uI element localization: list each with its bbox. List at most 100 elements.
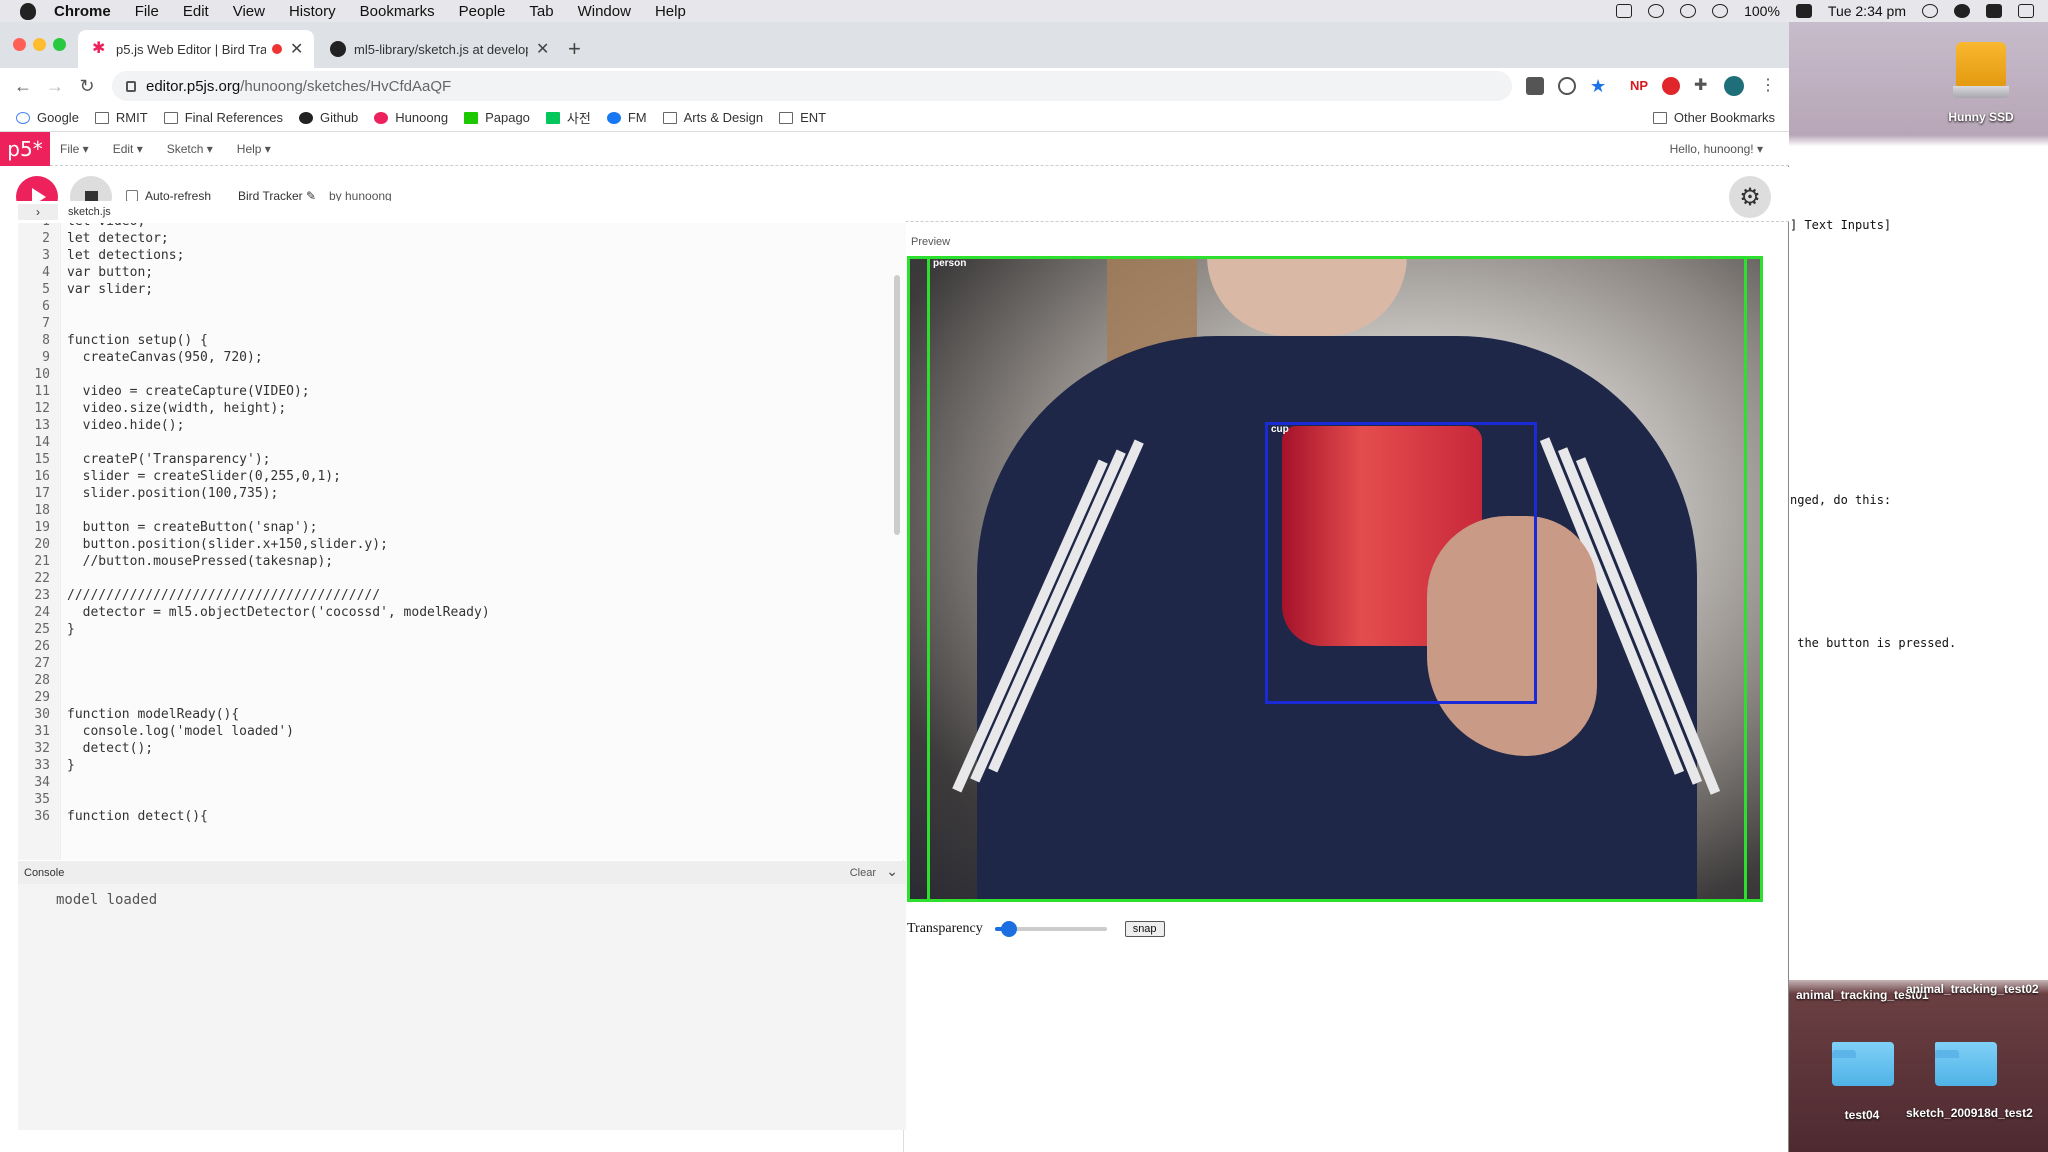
p5-menu-edit[interactable]: Edit ▾ (113, 142, 143, 156)
forward-arrow-icon[interactable]: → (46, 76, 64, 97)
chrome-menu-icon[interactable]: ⋮ (1760, 77, 1778, 95)
bookmark-star-icon[interactable]: ★ (1590, 77, 1608, 95)
scrollbar-thumb[interactable] (894, 275, 900, 535)
transparency-slider[interactable] (994, 921, 1107, 937)
sync-icon[interactable] (1648, 4, 1665, 18)
bookmark-arts-design[interactable]: Arts & Design (662, 110, 763, 125)
collapse-chevron-icon[interactable]: ⌄ (886, 863, 898, 880)
code-line[interactable]: slider.position(100,735); (67, 486, 279, 501)
code-line[interactable]: video.hide(); (67, 418, 185, 433)
code-line[interactable]: function modelReady(){ (67, 707, 239, 722)
drive-label[interactable]: Hunny SSD (1940, 110, 2022, 125)
menu-tab[interactable]: Tab (529, 3, 553, 20)
settings-gear-icon[interactable]: ⚙ (1729, 176, 1771, 218)
console-clear-button[interactable]: Clear (850, 867, 876, 879)
opera-extension-icon[interactable] (1662, 77, 1680, 95)
menu-help[interactable]: Help (655, 3, 686, 20)
close-tab-icon[interactable]: ✕ (290, 39, 303, 59)
extensions-puzzle-icon[interactable]: ✚ (1694, 77, 1712, 95)
input-source-icon[interactable] (1986, 4, 2002, 18)
p5-logo[interactable]: p5* (0, 131, 50, 166)
code-line[interactable]: } (67, 622, 75, 637)
zoom-icon[interactable] (1558, 77, 1576, 95)
p5-menu-help[interactable]: Help ▾ (237, 142, 271, 156)
code-line[interactable]: let detector; (67, 231, 169, 246)
menu-edit[interactable]: Edit (183, 3, 209, 20)
bookmark-rmit[interactable]: RMIT (94, 110, 148, 125)
code-line[interactable]: detect(); (67, 741, 153, 756)
other-bookmarks[interactable]: Other Bookmarks (1652, 110, 1775, 125)
menu-window[interactable]: Window (578, 3, 631, 20)
p5-menu-sketch[interactable]: Sketch ▾ (167, 142, 213, 156)
spotlight-search-icon[interactable] (1922, 4, 1938, 18)
menu-people[interactable]: People (459, 3, 506, 20)
code-line[interactable]: video = createCapture(VIDEO); (67, 384, 310, 399)
p5-menu-file[interactable]: File ▾ (60, 142, 89, 156)
code-line[interactable]: slider = createSlider(0,255,0,1); (67, 469, 341, 484)
close-window-button[interactable] (13, 38, 26, 51)
desktop-item-label[interactable]: test04 (1812, 1108, 1912, 1123)
code-line[interactable]: var button; (67, 265, 153, 280)
code-line[interactable]: video.size(width, height); (67, 401, 287, 416)
desktop-item-label[interactable]: sketch_200918d_test2 (1906, 1106, 2033, 1121)
code-line[interactable]: let detections; (67, 248, 184, 263)
code-line[interactable]: detector = ml5.objectDetector('cocossd',… (67, 605, 490, 620)
code-line[interactable]: var slider; (67, 282, 153, 297)
folder-icon[interactable] (1935, 1042, 1997, 1092)
new-tab-button[interactable]: + (568, 36, 581, 62)
menu-view[interactable]: View (233, 3, 265, 20)
desktop-item-label[interactable]: animal_tracking_test02 (1906, 982, 2039, 997)
code-line[interactable]: } (67, 758, 75, 773)
back-arrow-icon[interactable]: ← (14, 76, 32, 97)
code-line[interactable]: button.position(slider.x+150,slider.y); (67, 537, 388, 552)
notification-center-icon[interactable] (2018, 4, 2034, 18)
battery-icon[interactable] (1795, 4, 1812, 18)
file-name[interactable]: sketch.js (68, 206, 111, 218)
wifi-icon[interactable] (1680, 4, 1697, 18)
menu-bookmarks[interactable]: Bookmarks (360, 3, 435, 20)
code-line[interactable]: button = createButton('snap'); (67, 520, 318, 535)
code-line[interactable]: function detect(){ (67, 809, 208, 824)
expand-sidebar-chevron-icon[interactable]: › (18, 204, 58, 220)
desktop-item-label[interactable]: animal_tracking_test01 (1796, 988, 1929, 1003)
bookmark-fm[interactable]: FM (606, 110, 647, 125)
camera-icon[interactable] (1526, 77, 1544, 95)
minimize-window-button[interactable] (33, 38, 46, 51)
tab-p5-editor[interactable]: ✱ p5.js Web Editor | Bird Trac ✕ (78, 30, 314, 68)
bookmark-hunoong[interactable]: Hunoong (374, 110, 448, 125)
menu-app-name[interactable]: Chrome (54, 3, 111, 20)
editor-scrollbar[interactable] (889, 223, 906, 860)
code-line[interactable]: createP('Transparency'); (67, 452, 271, 467)
code-line[interactable]: console.log('model loaded') (67, 724, 294, 739)
code-line[interactable]: let video; (67, 223, 145, 229)
code-line[interactable]: function setup() { (67, 333, 208, 348)
menubar-clock[interactable]: Tue 2:34 pm (1828, 3, 1906, 19)
slider-knob[interactable] (1001, 921, 1018, 937)
menu-file[interactable]: File (135, 3, 159, 20)
address-bar[interactable]: editor.p5js.org /hunoong/sketches/HvCfdA… (112, 71, 1512, 101)
zoom-window-button[interactable] (53, 38, 66, 51)
bookmark-dictionary[interactable]: 사전 (545, 108, 591, 127)
hard-drive-icon[interactable] (1953, 42, 2009, 100)
reload-icon[interactable]: ↻ (78, 76, 96, 97)
bookmark-papago[interactable]: Papago (464, 110, 530, 125)
code-editor[interactable]: let video; let detector; let detections; va… (60, 223, 889, 860)
volume-icon[interactable] (1712, 4, 1729, 18)
folder-icon[interactable] (1832, 1042, 1894, 1092)
menu-history[interactable]: History (289, 3, 336, 20)
user-menu[interactable]: Hello, hunoong! ▾ (1670, 142, 1763, 156)
preview-canvas[interactable]: person cup (907, 256, 1763, 902)
close-tab-icon[interactable]: ✕ (536, 39, 549, 59)
display-icon[interactable] (1616, 4, 1633, 18)
siri-icon[interactable] (1954, 4, 1970, 18)
battery-percent[interactable]: 100% (1744, 3, 1780, 19)
np-extension-icon[interactable]: NP (1630, 77, 1648, 95)
profile-avatar[interactable] (1724, 76, 1744, 96)
bookmark-ent[interactable]: ENT (779, 110, 826, 125)
code-line[interactable]: createCanvas(950, 720); (67, 350, 263, 365)
apple-menu-icon[interactable] (20, 2, 36, 20)
bookmark-final-references[interactable]: Final References (163, 110, 283, 125)
snap-button[interactable]: snap (1124, 921, 1165, 937)
code-line[interactable]: //////////////////////////////////////// (67, 588, 380, 603)
bookmark-github[interactable]: Github (298, 110, 358, 125)
